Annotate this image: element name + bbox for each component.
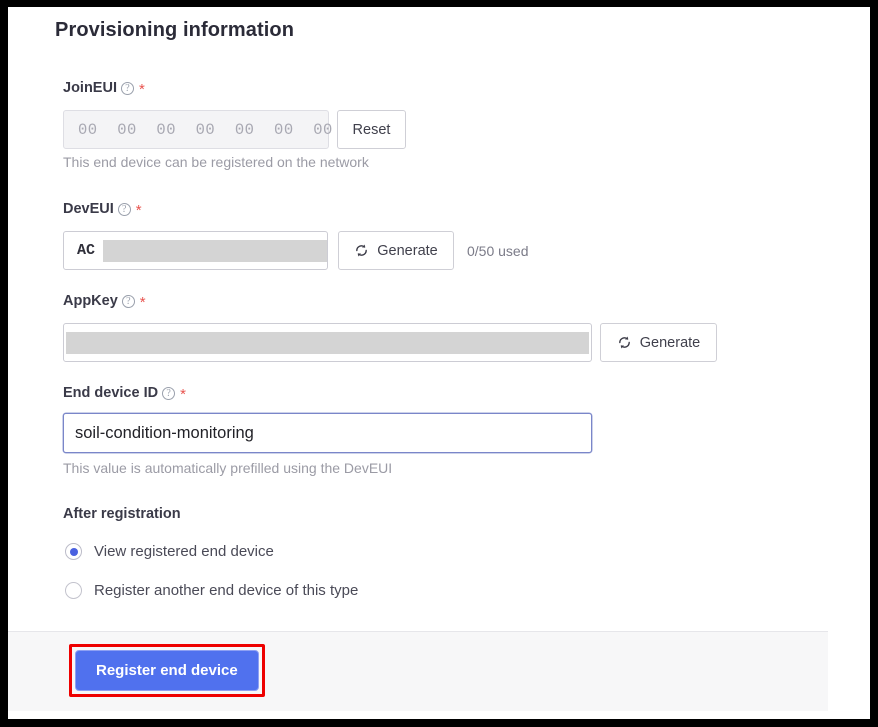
- screenshot-frame: Provisioning information JoinEUI ? * 00 …: [8, 7, 870, 719]
- help-circle-icon[interactable]: ?: [117, 203, 131, 216]
- radio-indicator: [65, 582, 82, 599]
- deveui-value-redacted: [103, 239, 327, 262]
- required-asterisk: *: [180, 386, 186, 403]
- end-device-id-label: End device ID ? *: [63, 384, 186, 404]
- help-circle-icon[interactable]: ?: [120, 82, 134, 95]
- deveui-prefix: AC: [77, 242, 96, 259]
- radio-dot-icon: [69, 547, 78, 556]
- end-device-id-helper-text: This value is automatically prefilled us…: [63, 460, 393, 476]
- page-title: Provisioning information: [55, 19, 295, 41]
- joineui-label: JoinEUI ? *: [63, 79, 145, 99]
- help-circle-icon[interactable]: ?: [162, 387, 176, 400]
- radio-register-another-end-device[interactable]: Register another end device of this type: [65, 582, 358, 599]
- submit-highlight-box: Register end device: [69, 644, 265, 697]
- help-circle-icon[interactable]: ?: [121, 295, 135, 308]
- end-device-id-input[interactable]: soil-condition-monitoring: [63, 413, 592, 453]
- appkey-generate-button[interactable]: Generate: [600, 323, 717, 362]
- sync-icon: [356, 244, 368, 257]
- deveui-usage-text: 0/50 used: [467, 243, 529, 259]
- required-asterisk: *: [139, 294, 146, 311]
- end-device-id-value: soil-condition-monitoring: [75, 423, 254, 442]
- deveui-input[interactable]: AC: [63, 231, 328, 270]
- joineui-reset-button[interactable]: Reset: [337, 110, 406, 149]
- appkey-generate-label: Generate: [639, 334, 701, 351]
- joineui-placeholder: 00 00 00 00 00 00 00 00: [78, 120, 373, 139]
- deveui-label-text: DevEUI: [63, 200, 114, 217]
- radio-label: View registered end device: [94, 543, 274, 560]
- appkey-label-text: AppKey: [63, 292, 118, 309]
- end-device-id-label-text: End device ID: [63, 384, 159, 401]
- required-asterisk: *: [138, 81, 145, 98]
- appkey-input[interactable]: [63, 323, 592, 362]
- required-asterisk: *: [135, 202, 142, 219]
- deveui-generate-button[interactable]: Generate: [338, 231, 454, 270]
- radio-label: Register another end device of this type: [94, 582, 359, 599]
- sync-icon: [618, 336, 630, 349]
- form-footer: Register end device: [8, 631, 828, 711]
- joineui-reset-label: Reset: [352, 121, 391, 138]
- deveui-generate-label: Generate: [377, 242, 438, 259]
- radio-view-registered-end-device[interactable]: View registered end device: [65, 543, 274, 560]
- appkey-value-redacted: [66, 331, 589, 354]
- register-end-device-button[interactable]: Register end device: [75, 650, 259, 691]
- radio-indicator: [65, 543, 82, 560]
- after-registration-title: After registration: [63, 506, 181, 522]
- joineui-helper-text: This end device can be registered on the…: [63, 154, 369, 170]
- joineui-input[interactable]: 00 00 00 00 00 00 00 00: [63, 110, 372, 149]
- deveui-label: DevEUI ? *: [63, 200, 142, 220]
- appkey-label: AppKey ? *: [63, 292, 146, 312]
- provisioning-form-panel: Provisioning information JoinEUI ? * 00 …: [8, 7, 828, 719]
- joineui-label-text: JoinEUI: [63, 79, 117, 96]
